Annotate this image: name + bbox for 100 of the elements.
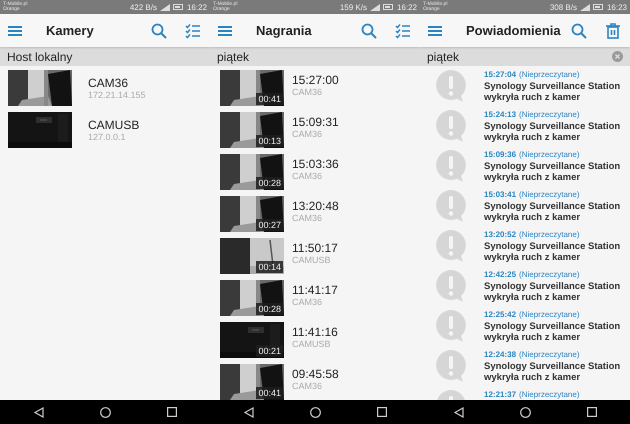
search-button[interactable] xyxy=(360,22,378,40)
search-icon xyxy=(571,22,587,38)
notification-row[interactable]: 15:03:41 (Nieprzeczytane) Synology Surveillance Station wykryła ruch z kamer xyxy=(420,190,630,230)
notification-message: Synology Surveillance Station wykryła ruch z kamer xyxy=(484,201,622,223)
unread-label: (Nieprzeczytane) xyxy=(519,110,580,119)
search-button[interactable] xyxy=(150,22,168,40)
recording-time: 15:27:00 xyxy=(292,73,339,87)
notification-message: Synology Surveillance Station wykryła ruch z kamer xyxy=(484,81,622,103)
unread-label: (Nieprzeczytane) xyxy=(519,70,580,79)
screen-title: Kamery xyxy=(46,23,95,38)
signal-icon xyxy=(370,4,380,10)
camera-row[interactable]: CAMUSB 127.0.0.1 xyxy=(0,112,210,154)
clock-time: 16:22 xyxy=(186,2,207,12)
signal-icon xyxy=(580,4,590,10)
duration-label: 00:13 xyxy=(256,135,283,147)
notification-time: 12:21:37 xyxy=(484,390,516,399)
duration-label: 00:41 xyxy=(256,93,283,105)
duration-label: 00:28 xyxy=(256,303,283,315)
home-button[interactable] xyxy=(520,406,530,418)
duration-label: 00:41 xyxy=(256,387,283,399)
alert-bubble-icon xyxy=(436,310,466,342)
signal-icon xyxy=(160,4,170,10)
back-button[interactable] xyxy=(454,406,464,418)
checklist-icon xyxy=(395,22,411,38)
notification-row[interactable]: 13:20:52 (Nieprzeczytane) Synology Surveillance Station wykryła ruch z kamer xyxy=(420,230,630,270)
recording-time: 11:41:16 xyxy=(292,325,338,339)
network-speed: 308 B/s xyxy=(550,2,577,12)
unread-label: (Nieprzeczytane) xyxy=(519,230,580,239)
unread-label: (Nieprzeczytane) xyxy=(519,310,580,319)
alert-bubble-icon xyxy=(436,350,466,382)
recording-row[interactable]: 00:21 11:41:16 CAMUSB xyxy=(210,322,420,364)
recent-apps-button[interactable] xyxy=(376,407,386,417)
checklist-icon xyxy=(185,22,201,38)
recording-row[interactable]: 00:41 09:45:58 CAM36 xyxy=(210,364,420,400)
home-button[interactable] xyxy=(310,406,320,418)
toolbar-button[interactable] xyxy=(184,22,202,40)
battery-icon xyxy=(172,4,184,10)
recording-row[interactable]: 00:13 15:09:31 CAM36 xyxy=(210,112,420,154)
recording-row[interactable]: 00:28 11:41:17 CAM36 xyxy=(210,280,420,322)
recording-row[interactable]: 00:27 13:20:48 CAM36 xyxy=(210,196,420,238)
camera-row[interactable]: CAM36 172.21.14.155 xyxy=(0,70,210,112)
camera-name: CAMUSB xyxy=(292,255,332,265)
menu-icon[interactable] xyxy=(8,26,22,36)
camera-name: CAM36 xyxy=(292,87,324,97)
notification-message: Synology Surveillance Station wykryła ruch z kamer xyxy=(484,241,622,263)
alert-bubble-icon xyxy=(436,270,466,302)
duration-label: 00:28 xyxy=(256,177,283,189)
screen-title: Powiadomienia xyxy=(466,23,562,38)
notification-message: Synology Surveillance Station wykryła ruch z kamer xyxy=(484,121,622,143)
recent-apps-button[interactable] xyxy=(586,407,596,417)
battery-icon xyxy=(592,4,604,10)
unread-label: (Nieprzeczytane) xyxy=(519,390,580,399)
notification-row[interactable]: 12:24:38 (Nieprzeczytane) Synology Surveillance Station wykryła ruch z kamer xyxy=(420,350,630,390)
clear-icon[interactable] xyxy=(612,51,623,62)
notification-time: 15:27:04 xyxy=(484,70,516,79)
unread-label: (Nieprzeczytane) xyxy=(519,190,580,199)
camera-name: CAMUSB xyxy=(292,339,332,349)
notification-row[interactable]: 15:27:04 (Nieprzeczytane) Synology Surveillance Station wykryła ruch z kamer xyxy=(420,70,630,110)
notification-row[interactable]: 12:25:42 (Nieprzeczytane) Synology Surveillance Station wykryła ruch z kamer xyxy=(420,310,630,350)
toolbar-button[interactable] xyxy=(394,22,412,40)
toolbar-button[interactable] xyxy=(604,22,622,40)
unread-label: (Nieprzeczytane) xyxy=(519,270,580,279)
notification-row[interactable]: 15:09:36 (Nieprzeczytane) Synology Surveillance Station wykryła ruch z kamer xyxy=(420,150,630,190)
recording-time: 15:09:31 xyxy=(292,115,339,129)
unread-label: (Nieprzeczytane) xyxy=(519,150,580,159)
notification-time: 12:24:38 xyxy=(484,350,516,359)
back-button[interactable] xyxy=(34,406,44,418)
duration-label: 00:27 xyxy=(256,219,283,231)
camera-name: CAM36 xyxy=(292,129,324,139)
network-speed: 422 B/s xyxy=(130,2,157,12)
menu-icon[interactable] xyxy=(428,26,442,36)
menu-icon[interactable] xyxy=(218,26,232,36)
recording-row[interactable]: 00:41 15:27:00 CAM36 xyxy=(210,70,420,112)
recording-row[interactable]: 00:28 15:03:36 CAM36 xyxy=(210,154,420,196)
search-icon xyxy=(361,22,377,38)
camera-name: CAMUSB xyxy=(88,118,140,132)
section-title: piątek xyxy=(427,50,460,64)
recording-row[interactable]: 00:14 11:50:17 CAMUSB xyxy=(210,238,420,280)
notification-message: Synology Surveillance Station wykryła ruch z kamer xyxy=(484,361,622,383)
clock-time: 16:23 xyxy=(606,2,627,12)
duration-label: 00:21 xyxy=(256,345,283,357)
clock-time: 16:22 xyxy=(396,2,417,12)
notification-row[interactable]: 15:24:13 (Nieprzeczytane) Synology Surveillance Station wykryła ruch z kamer xyxy=(420,110,630,150)
section-title: piątek xyxy=(217,50,250,64)
recording-time: 09:45:58 xyxy=(292,367,339,381)
home-button[interactable] xyxy=(100,406,110,418)
search-button[interactable] xyxy=(570,22,588,40)
camera-name: CAM36 xyxy=(292,297,324,307)
alert-bubble-icon xyxy=(436,190,466,222)
camera-name: CAM36 xyxy=(292,213,324,223)
camera-address: 127.0.0.1 xyxy=(88,132,127,142)
screen-title: Nagrania xyxy=(256,23,313,38)
notification-message: Synology Surveillance Station wykryła ruch z kamer xyxy=(484,281,622,303)
notification-time: 12:25:42 xyxy=(484,310,516,319)
recording-time: 11:41:17 xyxy=(292,283,338,297)
notification-time: 15:09:36 xyxy=(484,150,516,159)
recent-apps-button[interactable] xyxy=(166,407,176,417)
alert-bubble-icon xyxy=(436,230,466,262)
notification-row[interactable]: 12:42:25 (Nieprzeczytane) Synology Surveillance Station wykryła ruch z kamer xyxy=(420,270,630,310)
back-button[interactable] xyxy=(244,406,254,418)
